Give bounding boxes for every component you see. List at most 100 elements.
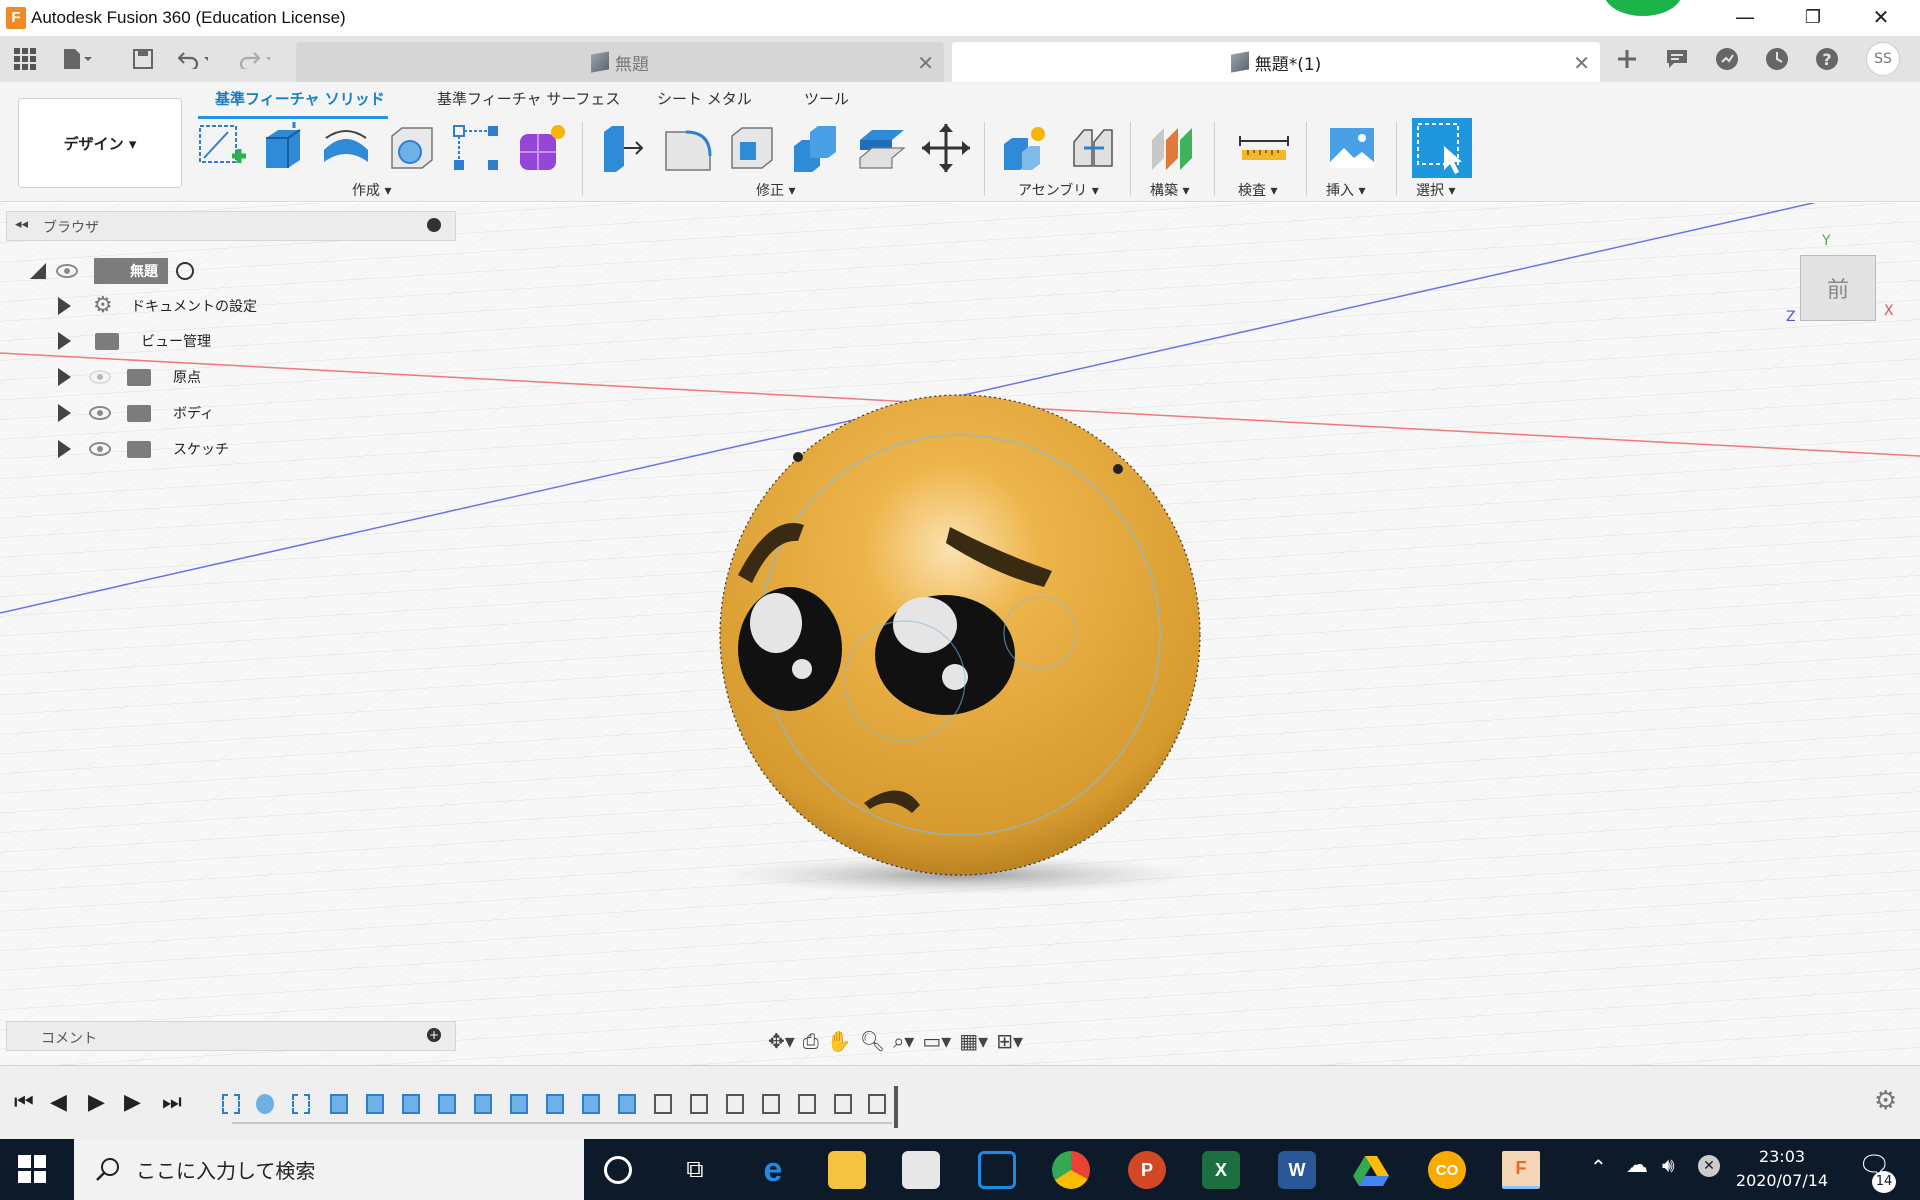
timeline-step-extrude[interactable] — [438, 1094, 456, 1114]
timeline-step-extrude[interactable] — [618, 1094, 636, 1114]
expand-panel-icon[interactable]: + — [427, 1028, 441, 1042]
browser-panel-header[interactable]: ◂◂ ブラウザ — [6, 211, 456, 241]
fusion-taskbar-icon[interactable]: F — [1502, 1151, 1540, 1189]
hole-icon[interactable] — [386, 122, 438, 174]
fit-icon[interactable]: ⌕▾ — [893, 1029, 914, 1053]
measure-icon[interactable] — [1238, 122, 1290, 174]
timeline-step-extrude[interactable] — [474, 1094, 492, 1114]
expand-triangle-icon[interactable] — [58, 297, 71, 315]
timeline-step-combine[interactable] — [726, 1094, 744, 1114]
group-label-assemble[interactable]: アセンブリ ▾ — [1018, 180, 1099, 200]
volume-icon[interactable]: 🔊︎ — [1662, 1153, 1675, 1177]
go-to-end-icon[interactable]: ⏭ — [162, 1090, 182, 1115]
play-icon[interactable]: ▶ — [88, 1090, 105, 1115]
chrome-icon[interactable] — [1052, 1151, 1090, 1189]
step-back-icon[interactable]: ◀ — [50, 1090, 67, 1115]
go-to-start-icon[interactable]: ⏮ — [14, 1090, 34, 1115]
press-pull-icon[interactable] — [598, 122, 650, 174]
file-menu-icon[interactable] — [62, 44, 92, 74]
group-label-select[interactable]: 選択 ▾ — [1416, 180, 1455, 200]
tab-close-icon[interactable]: ✕ — [917, 51, 934, 75]
clock-history-icon[interactable] — [1762, 44, 1792, 74]
revolve-icon[interactable] — [320, 122, 372, 174]
viewports-icon[interactable]: ⊞▾ — [996, 1029, 1023, 1053]
fillet-icon[interactable] — [662, 122, 714, 174]
help-icon[interactable]: ? — [1812, 44, 1842, 74]
timeline-step-combine[interactable] — [798, 1094, 816, 1114]
timeline-step-combine[interactable] — [834, 1094, 852, 1114]
create-sketch-icon[interactable] — [196, 122, 248, 174]
window-app-icon[interactable] — [978, 1151, 1016, 1189]
timeline-step-combine[interactable] — [762, 1094, 780, 1114]
show-hidden-icons[interactable]: ⌃ — [1590, 1155, 1607, 1179]
network-disconnected-icon[interactable]: ✕ — [1698, 1155, 1720, 1177]
timeline-step-extrude[interactable] — [402, 1094, 420, 1114]
extrude-icon[interactable] — [258, 122, 310, 174]
timeline-marker[interactable] — [894, 1086, 898, 1128]
tab-tools[interactable]: ツール — [804, 88, 849, 109]
expanded-triangle-icon[interactable] — [30, 263, 46, 279]
clock[interactable]: 23:03 2020/07/14 — [1732, 1145, 1832, 1193]
orbit-icon[interactable]: ✥▾ — [768, 1029, 795, 1053]
tree-item-bodies[interactable]: ボディ — [58, 398, 214, 428]
expand-triangle-icon[interactable] — [58, 332, 71, 350]
joint-icon[interactable] — [1066, 122, 1118, 174]
word-icon[interactable]: W — [1278, 1151, 1316, 1189]
data-panel-grid-icon[interactable] — [10, 44, 40, 74]
timeline-step-extrude[interactable] — [546, 1094, 564, 1114]
timeline-step-combine[interactable] — [690, 1094, 708, 1114]
restore-button[interactable]: ❐ — [1780, 0, 1846, 34]
combine-icon[interactable] — [790, 122, 842, 174]
pattern-icon[interactable] — [450, 122, 502, 174]
timeline-settings-gear-icon[interactable]: ⚙ — [1874, 1086, 1897, 1116]
colab-icon[interactable]: CO — [1428, 1151, 1466, 1189]
hidden-eye-icon[interactable] — [89, 370, 111, 384]
insert-image-icon[interactable] — [1326, 122, 1378, 174]
step-forward-icon[interactable]: ▶︎ — [124, 1090, 141, 1115]
windows-start-icon[interactable] — [18, 1155, 46, 1183]
tree-item-named-views[interactable]: ビュー管理 — [58, 326, 211, 356]
minimize-button[interactable]: — — [1712, 0, 1778, 34]
viewcube[interactable]: 前 — [1800, 255, 1876, 321]
canvas-viewport[interactable]: ◂◂ ブラウザ 無題 ⚙ ドキュメントの設定 ビュー管理 原点 ボディ スケッチ — [0, 203, 1920, 1065]
group-label-construct[interactable]: 構築 ▾ — [1150, 180, 1189, 200]
look-at-icon[interactable]: ⎙ — [803, 1029, 819, 1053]
new-component-icon[interactable] — [1000, 122, 1052, 174]
move-icon[interactable] — [920, 122, 972, 174]
tab-solid[interactable]: 基準フィーチャ ソリッド — [215, 88, 385, 109]
group-label-create[interactable]: 作成 ▾ — [352, 180, 391, 200]
job-status-icon[interactable] — [1712, 44, 1742, 74]
activate-radio-icon[interactable] — [176, 262, 194, 280]
tree-root[interactable]: 無題 — [30, 256, 194, 286]
visibility-eye-icon[interactable] — [89, 442, 111, 456]
tab-untitled[interactable]: 無題 ✕ — [296, 42, 944, 82]
redo-icon[interactable] — [240, 44, 270, 74]
visibility-eye-icon[interactable] — [89, 406, 111, 420]
group-label-insert[interactable]: 挿入 ▾ — [1326, 180, 1365, 200]
new-tab-plus-icon[interactable] — [1612, 44, 1642, 74]
select-icon[interactable] — [1412, 118, 1472, 178]
timeline-step-extrude[interactable] — [510, 1094, 528, 1114]
store-icon[interactable] — [902, 1151, 940, 1189]
comments-panel-header[interactable]: コメント + — [6, 1021, 456, 1051]
tree-item-origin[interactable]: 原点 — [58, 362, 201, 392]
form-icon[interactable] — [516, 122, 568, 174]
close-button[interactable]: ✕ — [1848, 0, 1914, 34]
grid-settings-icon[interactable]: ▦▾ — [959, 1029, 988, 1053]
group-label-inspect[interactable]: 検査 ▾ — [1238, 180, 1277, 200]
collapse-panel-icon[interactable]: ◂◂ — [15, 217, 28, 232]
file-explorer-icon[interactable] — [828, 1151, 866, 1189]
workspace-switcher[interactable]: デザイン ▾ — [18, 98, 182, 188]
timeline-step-extrude[interactable] — [366, 1094, 384, 1114]
tab-sheet-metal[interactable]: シート メタル — [657, 88, 752, 109]
tab-close-icon[interactable]: ✕ — [1573, 51, 1590, 75]
expand-triangle-icon[interactable] — [58, 368, 71, 386]
taskbar-search-input[interactable]: ここに入力して検索 — [74, 1139, 584, 1200]
offset-face-icon[interactable] — [856, 122, 908, 174]
shell-icon[interactable] — [726, 122, 778, 174]
zoom-icon[interactable]: 🔍︎ — [860, 1029, 885, 1053]
expand-triangle-icon[interactable] — [58, 404, 71, 422]
timeline-step-extrude[interactable] — [582, 1094, 600, 1114]
visibility-eye-icon[interactable] — [56, 264, 78, 278]
offset-plane-icon[interactable] — [1148, 122, 1200, 174]
